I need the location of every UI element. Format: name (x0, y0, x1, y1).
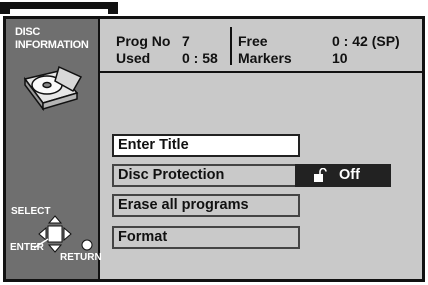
disc-icon (23, 65, 83, 111)
disc-protection-toggle[interactable]: Off (295, 164, 391, 187)
used-value: 0 : 58 (182, 50, 218, 66)
sidebar-title: DISC INFORMATION (15, 26, 89, 52)
menu-item-disc-protection[interactable]: Disc Protection (112, 164, 300, 187)
markers-label: Markers (238, 50, 292, 66)
free-label: Free (238, 33, 268, 49)
disc-info-bar: Prog No 7 Used 0 : 58 Free 0 : 42 (SP) M… (100, 19, 422, 73)
used-label: Used (116, 50, 151, 66)
sidebar-title-line2: INFORMATION (15, 39, 89, 51)
disc-information-screen: DISC INFORMATION SELECT ENTER RETURN Pro… (3, 16, 425, 282)
menu-item-enter-title[interactable]: Enter Title (112, 134, 300, 157)
corner-bracket (0, 0, 118, 16)
markers-value: 10 (332, 50, 348, 66)
prog-no-value: 7 (182, 33, 190, 49)
prog-no-label: Prog No (116, 33, 171, 49)
menu-item-format[interactable]: Format (112, 226, 300, 249)
sidebar-title-line1: DISC (15, 26, 41, 38)
menu-area: Enter Title Disc Protection Off Erase al… (102, 75, 422, 279)
free-value: 0 : 42 (SP) (332, 33, 400, 49)
sidebar: DISC INFORMATION SELECT ENTER RETURN (6, 19, 102, 279)
menu-item-erase-all-programs[interactable]: Erase all programs (112, 194, 300, 217)
disc-protection-value: Off (339, 167, 360, 183)
info-divider (230, 27, 232, 65)
nav-return-label: RETURN (60, 252, 102, 263)
nav-enter-label: ENTER (10, 242, 44, 253)
unlock-icon (314, 168, 327, 182)
